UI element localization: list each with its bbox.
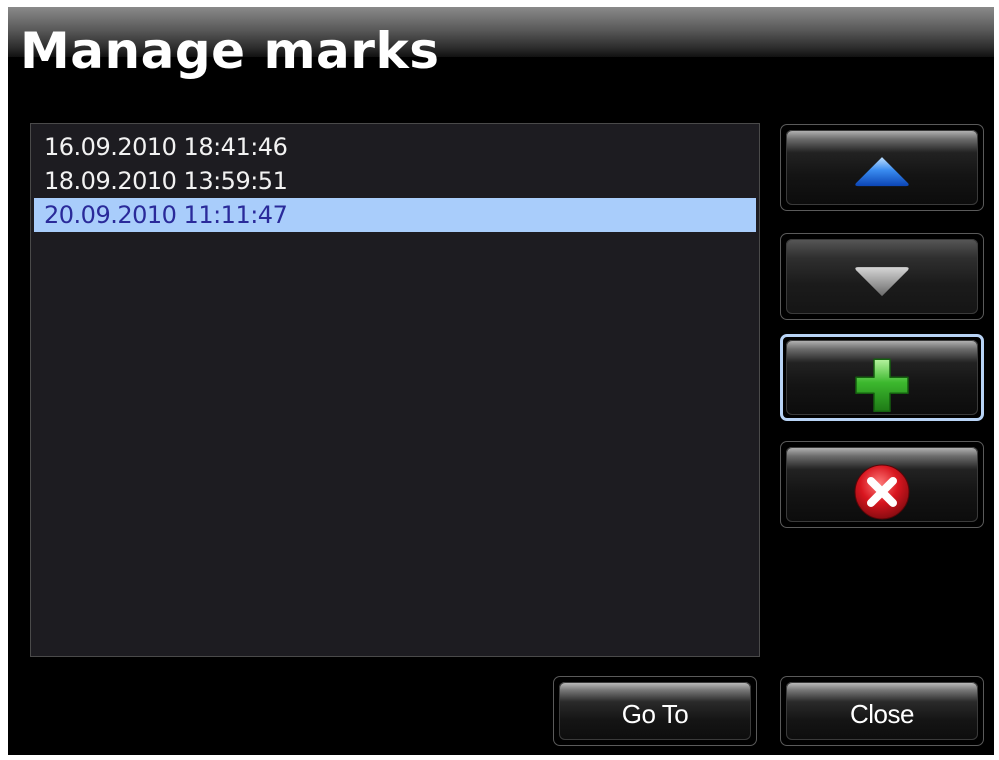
delete-icon bbox=[854, 463, 910, 519]
goto-button[interactable]: Go To bbox=[553, 676, 757, 746]
delete-mark-button[interactable] bbox=[780, 441, 984, 528]
list-item[interactable]: 20.09.2010 11:11:47 bbox=[34, 198, 756, 232]
close-button-face: Close bbox=[786, 682, 978, 740]
arrow-down-icon bbox=[855, 266, 909, 296]
move-up-button[interactable] bbox=[780, 124, 984, 211]
goto-button-face: Go To bbox=[559, 682, 751, 740]
move-down-button[interactable] bbox=[780, 233, 984, 320]
list-item[interactable]: 18.09.2010 13:59:51 bbox=[34, 164, 756, 198]
move-up-button-face bbox=[786, 130, 978, 205]
marks-list[interactable]: 16.09.2010 18:41:46 18.09.2010 13:59:51 … bbox=[30, 123, 760, 657]
add-mark-button-face bbox=[786, 340, 978, 415]
add-mark-button[interactable] bbox=[780, 334, 984, 421]
move-down-button-face bbox=[786, 239, 978, 314]
goto-button-label: Go To bbox=[621, 698, 689, 729]
arrow-up-icon bbox=[855, 156, 909, 186]
close-button[interactable]: Close bbox=[780, 676, 984, 746]
list-item[interactable]: 16.09.2010 18:41:46 bbox=[34, 130, 756, 164]
manage-marks-dialog: Manage marks 16.09.2010 18:41:46 18.09.2… bbox=[8, 7, 994, 755]
delete-mark-button-face bbox=[786, 447, 978, 522]
dialog-title: Manage marks bbox=[20, 22, 440, 80]
plus-icon bbox=[855, 357, 909, 412]
close-button-label: Close bbox=[850, 698, 914, 729]
